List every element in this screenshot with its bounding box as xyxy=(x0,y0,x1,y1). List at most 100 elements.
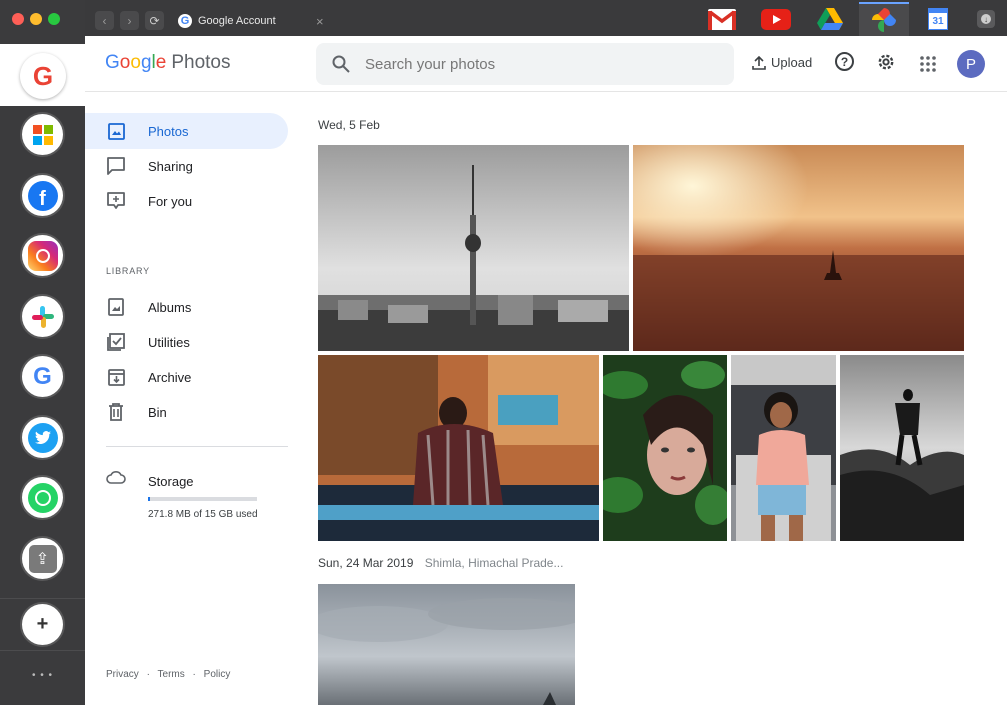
photo-thumbnail[interactable] xyxy=(633,145,964,351)
app-header: GooglePhotos Upload ? xyxy=(85,36,1007,92)
cloud-icon xyxy=(106,470,126,489)
facebook-icon: f xyxy=(27,180,58,211)
more-apps-button[interactable]: • • • xyxy=(0,670,85,681)
upload-label: Upload xyxy=(771,55,813,70)
library-heading: LIBRARY xyxy=(106,266,150,276)
date-text: Sun, 24 Mar 2019 xyxy=(318,556,414,570)
sidebar-item-label: Bin xyxy=(148,404,167,420)
logo-letter: o xyxy=(130,52,141,73)
upload-icon xyxy=(752,55,766,70)
download-icon: ↓ xyxy=(981,14,991,24)
maximize-window-button[interactable] xyxy=(48,13,60,25)
policy-link[interactable]: Policy xyxy=(204,669,231,680)
settings-button[interactable] xyxy=(876,52,896,72)
whatsapp-icon xyxy=(27,482,58,513)
calendar-tab[interactable]: 31 xyxy=(913,2,963,36)
dock-google-app[interactable]: G xyxy=(20,53,66,99)
youtube-tab[interactable] xyxy=(751,2,801,36)
checkbox-icon xyxy=(107,333,125,351)
photo-thumbnail[interactable] xyxy=(318,355,599,541)
sidebar-item-sharing[interactable]: Sharing xyxy=(85,148,288,184)
logo-letter: o xyxy=(119,52,131,73)
instagram-icon xyxy=(27,240,58,271)
drive-tab[interactable] xyxy=(805,2,855,36)
sidebar: Photos Sharing For you LIBRARY Albums Ut… xyxy=(85,93,305,705)
gmail-tab[interactable] xyxy=(697,2,747,36)
dock-slack-app[interactable] xyxy=(22,296,63,337)
sidebar-item-bin[interactable]: Bin xyxy=(85,394,288,430)
storage-section[interactable]: Storage 271.8 MB of 15 GB used xyxy=(85,463,295,543)
search-input[interactable] xyxy=(365,55,705,73)
storage-usage: 271.8 MB of 15 GB used xyxy=(148,509,258,520)
dock-google-search-app[interactable]: G xyxy=(22,356,63,397)
minimize-window-button[interactable] xyxy=(30,13,42,25)
apps-button[interactable] xyxy=(920,56,936,72)
upload-app-icon: ⇪ xyxy=(28,544,57,573)
microsoft-icon xyxy=(32,124,53,145)
logo-google-word: Google xyxy=(105,52,166,73)
sidebar-item-archive[interactable]: Archive xyxy=(85,359,288,395)
avatar[interactable]: P xyxy=(957,50,985,78)
search-icon xyxy=(332,55,350,73)
album-icon xyxy=(107,298,125,316)
photo-icon xyxy=(107,122,125,140)
footer-separator: · xyxy=(146,669,150,680)
help-icon: ? xyxy=(835,52,854,71)
dock-facebook-app[interactable]: f xyxy=(22,175,63,216)
sidebar-item-label: For you xyxy=(148,193,193,209)
photos-tab[interactable] xyxy=(859,2,909,36)
photo-thumbnail[interactable] xyxy=(840,355,964,541)
dock-instagram-app[interactable] xyxy=(22,235,63,276)
dock-divider xyxy=(0,650,85,651)
google-photos-logo[interactable]: Google Photos xyxy=(105,52,230,74)
google-g-icon: G xyxy=(33,362,52,390)
search-bar[interactable] xyxy=(316,43,734,85)
forward-button[interactable]: › xyxy=(120,11,139,30)
gear-icon xyxy=(878,54,894,70)
location-link[interactable]: Shimla, Himachal Prade... xyxy=(425,556,564,570)
sparkle-icon xyxy=(107,192,125,210)
apps-grid-icon xyxy=(920,56,936,72)
dock-divider xyxy=(0,598,85,599)
sidebar-item-label: Utilities xyxy=(148,334,190,350)
photos-page: GooglePhotos Upload ? xyxy=(85,36,1007,705)
photo-thumbnail[interactable] xyxy=(603,355,727,541)
photo-thumbnail[interactable] xyxy=(731,355,836,541)
sidebar-item-utilities[interactable]: Utilities xyxy=(85,324,288,360)
google-favicon-icon: G xyxy=(178,14,192,28)
logo-letter: G xyxy=(105,52,120,73)
date-header: Wed, 5 Feb xyxy=(318,118,380,132)
dock-whatsapp-app[interactable] xyxy=(22,477,63,518)
upload-button[interactable]: Upload xyxy=(752,55,812,70)
dock-twitter-app[interactable] xyxy=(22,417,63,458)
logo-product-word: Photos xyxy=(171,52,231,73)
reload-button[interactable]: ⟳ xyxy=(145,11,164,30)
dock-microsoft-app[interactable] xyxy=(22,114,63,155)
sidebar-item-for-you[interactable]: For you xyxy=(85,183,288,219)
browser-tabbar: ‹ › ⟳ G Google Account × 31 ↓ xyxy=(85,0,1007,36)
download-button[interactable]: ↓ xyxy=(977,10,995,28)
drive-icon xyxy=(817,7,843,30)
photo-thumbnail[interactable] xyxy=(318,145,629,351)
photo-thumbnail[interactable] xyxy=(318,584,575,705)
sidebar-item-label: Photos xyxy=(148,123,189,139)
trash-icon xyxy=(107,403,125,421)
logo-letter: g xyxy=(140,52,152,73)
storage-label: Storage xyxy=(148,474,194,489)
close-window-button[interactable] xyxy=(12,13,24,25)
sidebar-item-photos[interactable]: Photos xyxy=(85,113,288,149)
close-tab-icon[interactable]: × xyxy=(316,14,324,29)
twitter-icon xyxy=(27,422,58,453)
chat-icon xyxy=(107,157,125,175)
add-app-button[interactable]: + xyxy=(22,604,63,645)
dock-upload-app[interactable]: ⇪ xyxy=(22,538,63,579)
privacy-link[interactable]: Privacy xyxy=(106,669,139,680)
terms-link[interactable]: Terms xyxy=(158,669,185,680)
back-button[interactable]: ‹ xyxy=(95,11,114,30)
sidebar-item-albums[interactable]: Albums xyxy=(85,289,288,325)
sidebar-item-label: Albums xyxy=(148,299,192,315)
browser-tab[interactable]: G Google Account × xyxy=(172,6,422,36)
calendar-icon: 31 xyxy=(928,8,948,30)
help-button[interactable]: ? xyxy=(835,52,854,71)
youtube-icon xyxy=(761,8,791,30)
